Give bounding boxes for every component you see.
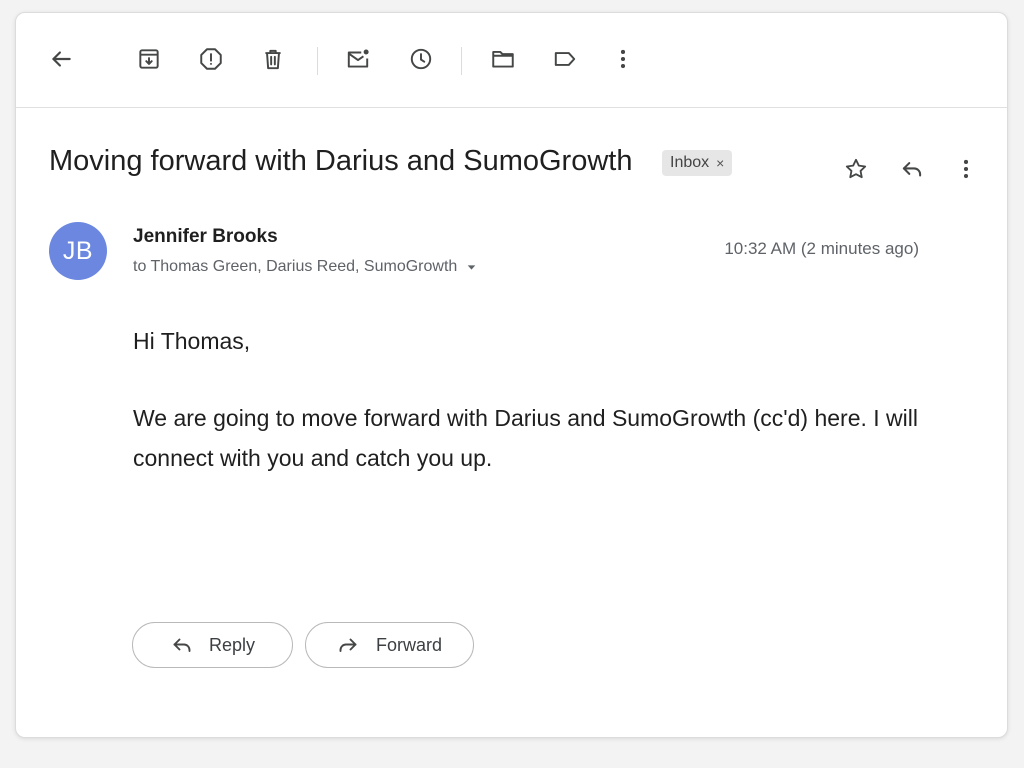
show-details-button[interactable] xyxy=(465,261,478,274)
star-icon xyxy=(845,158,867,179)
report-spam-icon xyxy=(200,48,222,70)
delete-icon xyxy=(265,49,281,70)
recipients-text: to Thomas Green, Darius Reed, SumoGrowth xyxy=(133,258,458,275)
reply-button[interactable]: Reply xyxy=(132,622,293,668)
recipients-line: to Thomas Green, Darius Reed, SumoGrowth xyxy=(133,258,478,276)
label-button[interactable] xyxy=(547,41,583,77)
message-timestamp: 10:32 AM (2 minutes ago) xyxy=(724,239,919,258)
caret-down-icon xyxy=(468,264,476,270)
email-paragraph: We are going to move forward with Darius… xyxy=(133,405,918,471)
archive-icon xyxy=(139,49,159,69)
email-greeting: Hi Thomas, xyxy=(133,328,251,354)
delete-button[interactable] xyxy=(255,41,291,77)
email-subject: Moving forward with Darius and SumoGrowt… xyxy=(49,145,633,177)
reply-header-button[interactable] xyxy=(894,151,930,187)
email-view: Moving forward with Darius and SumoGrowt… xyxy=(15,12,1008,738)
more-vert-icon xyxy=(620,49,626,69)
remove-label-button[interactable]: × xyxy=(716,155,724,171)
report-spam-button[interactable] xyxy=(193,41,229,77)
move-to-button[interactable] xyxy=(485,41,521,77)
reply-button-label: Reply xyxy=(209,634,256,655)
star-button[interactable] xyxy=(838,151,874,187)
more-options-button[interactable] xyxy=(605,41,641,77)
email-toolbar xyxy=(16,13,1007,108)
message-more-button[interactable] xyxy=(948,151,984,187)
sender-avatar[interactable]: JB xyxy=(49,222,107,280)
snooze-icon xyxy=(410,48,432,70)
label-chip-text: Inbox xyxy=(670,154,710,171)
back-arrow-icon xyxy=(52,51,71,67)
reply-icon xyxy=(902,162,922,177)
mark-unread-button[interactable] xyxy=(340,41,376,77)
mark-unread-icon xyxy=(347,49,369,68)
archive-button[interactable] xyxy=(131,41,167,77)
email-body: Hi Thomas, We are going to move forward … xyxy=(133,321,933,478)
forward-button[interactable]: Forward xyxy=(305,622,474,668)
label-icon xyxy=(554,52,576,66)
more-vert-icon xyxy=(963,159,969,179)
toolbar-divider xyxy=(317,47,318,75)
toolbar-divider xyxy=(461,47,462,75)
back-button[interactable] xyxy=(43,41,79,77)
inbox-label-chip: Inbox × xyxy=(662,150,733,176)
snooze-button[interactable] xyxy=(403,41,439,77)
forward-button-label: Forward xyxy=(376,634,443,655)
sender-name[interactable]: Jennifer Brooks xyxy=(133,226,278,248)
reply-icon xyxy=(173,638,191,652)
forward-icon xyxy=(339,638,357,652)
move-to-folder-icon xyxy=(492,50,514,68)
